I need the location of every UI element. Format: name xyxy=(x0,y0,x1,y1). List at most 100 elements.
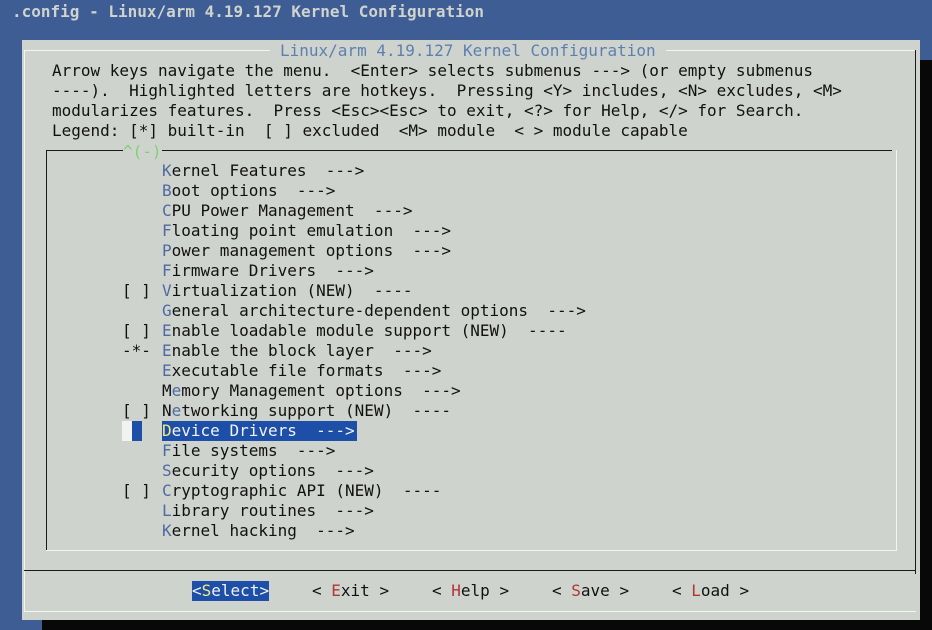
button-text: > xyxy=(729,581,750,600)
menu-box-top xyxy=(46,150,892,151)
menu-item-text: irtualization (NEW) ---- xyxy=(171,281,413,300)
menu-item-hotkey: C xyxy=(162,481,172,500)
menu-item-label[interactable]: General architecture-dependent options -… xyxy=(162,301,588,321)
menu-item-state[interactable]: [ ] xyxy=(122,321,162,341)
menu-item-state[interactable]: [ ] xyxy=(122,481,162,501)
button-hotkey: L xyxy=(691,581,701,600)
menu-item-state[interactable]: [ ] xyxy=(122,401,162,421)
button-text: > xyxy=(369,581,390,600)
main-dialog: Linux/arm 4.19.127 Kernel Configuration … xyxy=(22,40,920,620)
menu-item-text: PU Power Management ---> xyxy=(171,201,413,220)
menu-item-label[interactable]: Security options ---> xyxy=(162,461,376,481)
menu-item-text: ile systems ---> xyxy=(171,441,336,460)
button-text: > xyxy=(259,581,270,600)
help-line: modularizes features. Press <Esc><Esc> t… xyxy=(52,101,804,120)
menu-item-text: loating point emulation ---> xyxy=(171,221,451,240)
menu-item-hotkey: e xyxy=(171,381,182,400)
menu-item[interactable]: Memory Management options ---> xyxy=(122,381,862,401)
menu-item-text: tworking support (NEW) ---- xyxy=(181,401,451,420)
menu-item-label[interactable]: Enable loadable module support (NEW) ---… xyxy=(162,321,569,341)
menu-item-hotkey: S xyxy=(162,461,172,480)
menu-list: Kernel Features ---> Boot options ---> CPU… xyxy=(122,161,862,541)
help-line: ----). Highlighted letters are hotkeys. … xyxy=(52,81,842,100)
menu-item[interactable]: Firmware Drivers ---> xyxy=(122,261,862,281)
menu-item-hotkey: E xyxy=(162,361,172,380)
menu-item-label[interactable]: Networking support (NEW) ---- xyxy=(162,401,453,421)
menu-item-label[interactable]: Device Drivers ---> xyxy=(162,421,357,441)
menu-item-label[interactable]: Virtualization (NEW) ---- xyxy=(162,281,414,301)
menu-item-hotkey: E xyxy=(162,321,172,340)
menu-item-label[interactable]: Executable file formats ---> xyxy=(162,361,443,381)
menu-item-text: ryptographic API (NEW) ---- xyxy=(171,481,442,500)
menu-item-text: ernel hacking ---> xyxy=(171,521,355,540)
dialog-title: Linux/arm 4.19.127 Kernel Configuration xyxy=(270,41,666,61)
menu-item-text: ibrary routines ---> xyxy=(171,501,374,520)
menu-item[interactable]: Floating point emulation ---> xyxy=(122,221,862,241)
menu-item-label[interactable]: Floating point emulation ---> xyxy=(162,221,453,241)
menu-item[interactable]: Device Drivers ---> xyxy=(122,421,862,441)
menu-item[interactable]: Kernel Features ---> xyxy=(122,161,862,181)
window-title: .config - Linux/arm 4.19.127 Kernel Conf… xyxy=(12,2,485,21)
menu-item-state[interactable]: -*- xyxy=(122,341,162,361)
menu-item[interactable]: [ ] Enable loadable module support (NEW) … xyxy=(122,321,862,341)
menu-item-label[interactable]: Enable the block layer ---> xyxy=(162,341,434,361)
menu-item[interactable]: -*- Enable the block layer ---> xyxy=(122,341,862,361)
menu-item[interactable]: Boot options ---> xyxy=(122,181,862,201)
menu-item-hotkey: E xyxy=(162,341,172,360)
menu-item[interactable]: Executable file formats ---> xyxy=(122,361,862,381)
menu-item[interactable]: Kernel hacking ---> xyxy=(122,521,862,541)
menu-item-text: nable loadable module support (NEW) ---- xyxy=(171,321,567,340)
menu-item-label[interactable]: Kernel hacking ---> xyxy=(162,521,357,541)
menu-item-text: nable the block layer ---> xyxy=(171,341,432,360)
menu-item-label[interactable]: Boot options ---> xyxy=(162,181,337,201)
help-line: Legend: [*] built-in [ ] excluded <M> mo… xyxy=(52,121,688,140)
help-button[interactable]: < Help > xyxy=(432,581,509,601)
menu-item-text: evice Drivers ---> xyxy=(171,421,355,440)
button-text: < xyxy=(672,581,692,600)
menu-item-label[interactable]: Power management options ---> xyxy=(162,241,453,261)
menu-item-label[interactable]: File systems ---> xyxy=(162,441,337,461)
button-text: elp xyxy=(460,581,490,600)
menu-item-label[interactable]: Cryptographic API (NEW) ---- xyxy=(162,481,443,501)
save-button[interactable]: < Save > xyxy=(552,581,629,601)
menu-item[interactable]: CPU Power Management ---> xyxy=(122,201,862,221)
frame-left xyxy=(24,50,25,612)
menu-item[interactable]: [ ] Cryptographic API (NEW) ---- xyxy=(122,481,862,501)
menu-item-text: ower management options ---> xyxy=(171,241,451,260)
menu-item-hotkey: V xyxy=(162,281,172,300)
exit-button[interactable]: < Exit > xyxy=(312,581,389,601)
menu-item-state[interactable]: [ ] xyxy=(122,281,162,301)
menu-item[interactable]: File systems ---> xyxy=(122,441,862,461)
button-hotkey: H xyxy=(451,581,461,600)
menu-item-label[interactable]: Firmware Drivers ---> xyxy=(162,261,376,281)
cursor-block xyxy=(122,421,132,441)
button-text: < xyxy=(192,581,202,600)
menu-item-text: irmware Drivers ---> xyxy=(171,261,374,280)
menu-item[interactable]: [ ] Networking support (NEW) ---- xyxy=(122,401,862,421)
select-button[interactable]: <Select> xyxy=(192,581,270,601)
button-text: < xyxy=(552,581,572,600)
menu-item-hotkey: C xyxy=(162,201,172,220)
menu-item[interactable]: General architecture-dependent options -… xyxy=(122,301,862,321)
menu-item-hotkey: L xyxy=(162,501,172,520)
menu-item-hotkey: G xyxy=(162,301,172,320)
menu-item-label[interactable]: Kernel Features ---> xyxy=(162,161,366,181)
menu-item-hotkey: D xyxy=(162,421,172,440)
button-hotkey: S xyxy=(201,581,212,600)
menu-item[interactable]: [ ] Virtualization (NEW) ---- xyxy=(122,281,862,301)
menu-item[interactable]: Security options ---> xyxy=(122,461,862,481)
help-text: Arrow keys navigate the menu. <Enter> se… xyxy=(52,61,842,141)
menu-item-hotkey: F xyxy=(162,261,172,280)
frame-right xyxy=(915,50,916,574)
button-text: > xyxy=(489,581,510,600)
button-text: elect xyxy=(211,581,260,600)
menu-item[interactable]: Power management options ---> xyxy=(122,241,862,261)
menu-item-label[interactable]: CPU Power Management ---> xyxy=(162,201,414,221)
menu-item-label[interactable]: Memory Management options ---> xyxy=(162,381,463,401)
button-text: xit xyxy=(340,581,370,600)
menu-item[interactable]: Library routines ---> xyxy=(122,501,862,521)
menu-box-bottom xyxy=(46,550,897,551)
menu-item-hotkey: F xyxy=(162,221,172,240)
load-button[interactable]: < Load > xyxy=(672,581,749,601)
menu-item-label[interactable]: Library routines ---> xyxy=(162,501,376,521)
